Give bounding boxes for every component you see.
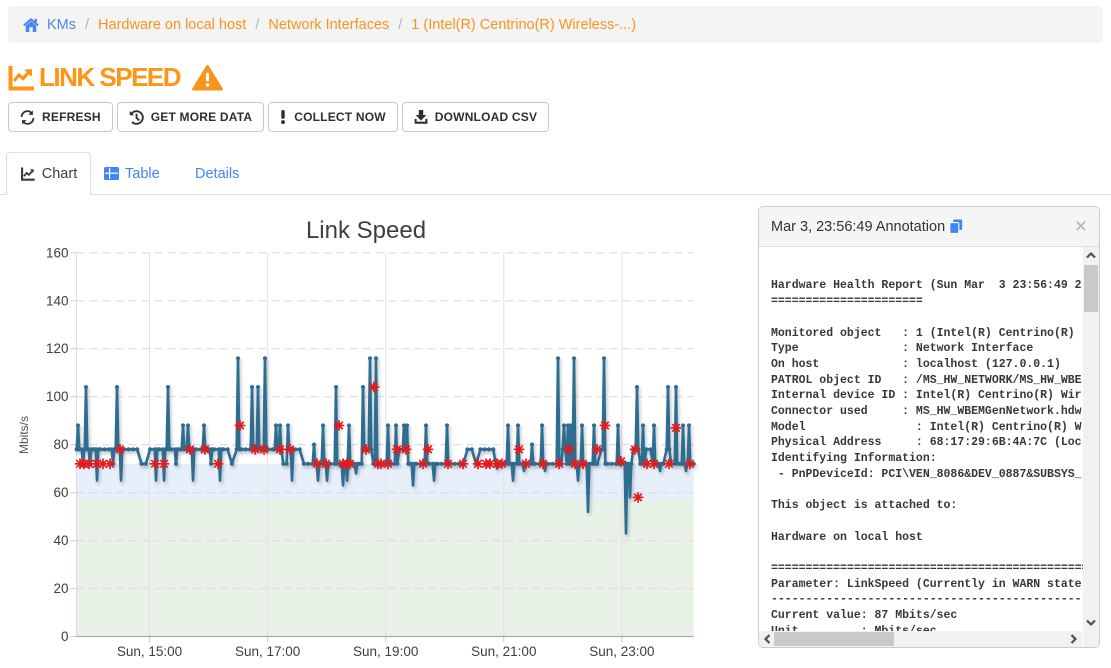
svg-text:120: 120 bbox=[46, 341, 69, 356]
svg-text:160: 160 bbox=[46, 245, 69, 260]
svg-text:Sun, 23:00: Sun, 23:00 bbox=[589, 644, 654, 659]
svg-text:80: 80 bbox=[53, 437, 68, 452]
svg-text:20: 20 bbox=[53, 581, 68, 596]
svg-text:Sun, 17:00: Sun, 17:00 bbox=[235, 644, 300, 659]
svg-text:Mbits/s: Mbits/s bbox=[17, 416, 31, 454]
svg-text:Link Speed: Link Speed bbox=[306, 217, 426, 244]
svg-text:Sun, 19:00: Sun, 19:00 bbox=[353, 644, 418, 659]
svg-text:100: 100 bbox=[46, 389, 69, 404]
svg-text:Sun, 15:00: Sun, 15:00 bbox=[117, 644, 182, 659]
svg-text:0: 0 bbox=[61, 629, 69, 644]
svg-text:60: 60 bbox=[53, 485, 68, 500]
svg-text:Sun, 21:00: Sun, 21:00 bbox=[471, 644, 536, 659]
svg-text:40: 40 bbox=[53, 533, 68, 548]
svg-text:140: 140 bbox=[46, 293, 69, 308]
